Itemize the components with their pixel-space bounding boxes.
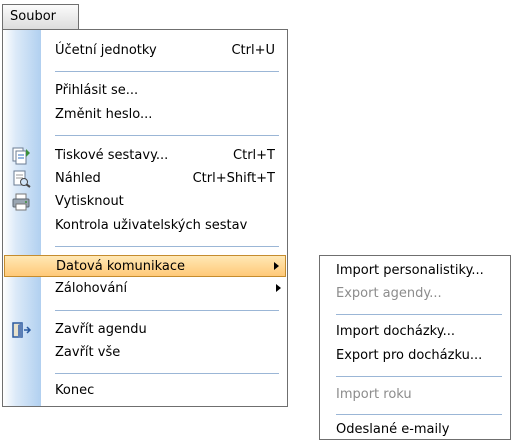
menu-item-zavrit-agendu[interactable]: Zavřít agendu — [3, 319, 287, 340]
menu-item-konec[interactable]: Konec — [3, 380, 287, 401]
submenu-item-import-personalistiky[interactable]: Import personalistiky... — [320, 260, 510, 281]
submenu-item-import-dochazky[interactable]: Import docházky... — [320, 321, 510, 342]
menu-separator — [336, 314, 502, 315]
submenu-arrow-icon — [276, 284, 281, 292]
submenu-item-export-pro-dochazku[interactable]: Export pro docházku... — [320, 345, 510, 366]
menu-item-ucetni-jednotky[interactable]: Účetní jednotky Ctrl+U — [3, 40, 287, 61]
menu-separator — [55, 373, 279, 374]
menu-soubor-label: Soubor — [10, 9, 56, 24]
soubor-dropdown-menu: Účetní jednotky Ctrl+U Přihlásit se... Z… — [2, 29, 288, 407]
menu-separator — [55, 135, 279, 136]
printer-icon — [12, 193, 30, 211]
menu-soubor[interactable]: Soubor — [2, 4, 79, 30]
menu-separator — [336, 376, 502, 377]
submenu-item-export-agendy: Export agendy... — [336, 286, 442, 301]
datova-komunikace-submenu: Import personalistiky... Export agendy..… — [319, 255, 511, 440]
print-reports-icon — [12, 147, 30, 165]
menu-item-tiskove-sestavy[interactable]: Tiskové sestavy... Ctrl+T — [3, 145, 287, 166]
menu-item-prihlasit-se[interactable]: Přihlásit se... — [3, 80, 287, 101]
submenu-arrow-icon — [274, 262, 279, 270]
menu-separator — [55, 71, 279, 72]
menu-item-zavrit-vse[interactable]: Zavřít vše — [3, 342, 287, 363]
menu-separator — [55, 310, 279, 311]
menu-item-zalohovani[interactable]: Zálohování — [3, 278, 287, 299]
menu-item-nahled[interactable]: Náhled Ctrl+Shift+T — [3, 168, 287, 189]
menu-item-datova-komunikace[interactable]: Datová komunikace — [4, 255, 286, 277]
menu-item-kontrola-uzivatelskych-sestav[interactable]: Kontrola uživatelských sestav — [3, 215, 287, 236]
close-agenda-icon — [12, 322, 32, 338]
menu-item-zmenit-heslo[interactable]: Změnit heslo... — [3, 104, 287, 125]
menu-separator — [55, 246, 279, 247]
menu-separator — [336, 414, 502, 415]
submenu-item-import-roku: Import roku — [336, 387, 412, 402]
print-preview-icon — [13, 170, 31, 188]
submenu-item-odeslane-e-maily[interactable]: Odeslané e-maily — [320, 419, 510, 440]
menu-item-vytisknout[interactable]: Vytisknout — [3, 191, 287, 212]
